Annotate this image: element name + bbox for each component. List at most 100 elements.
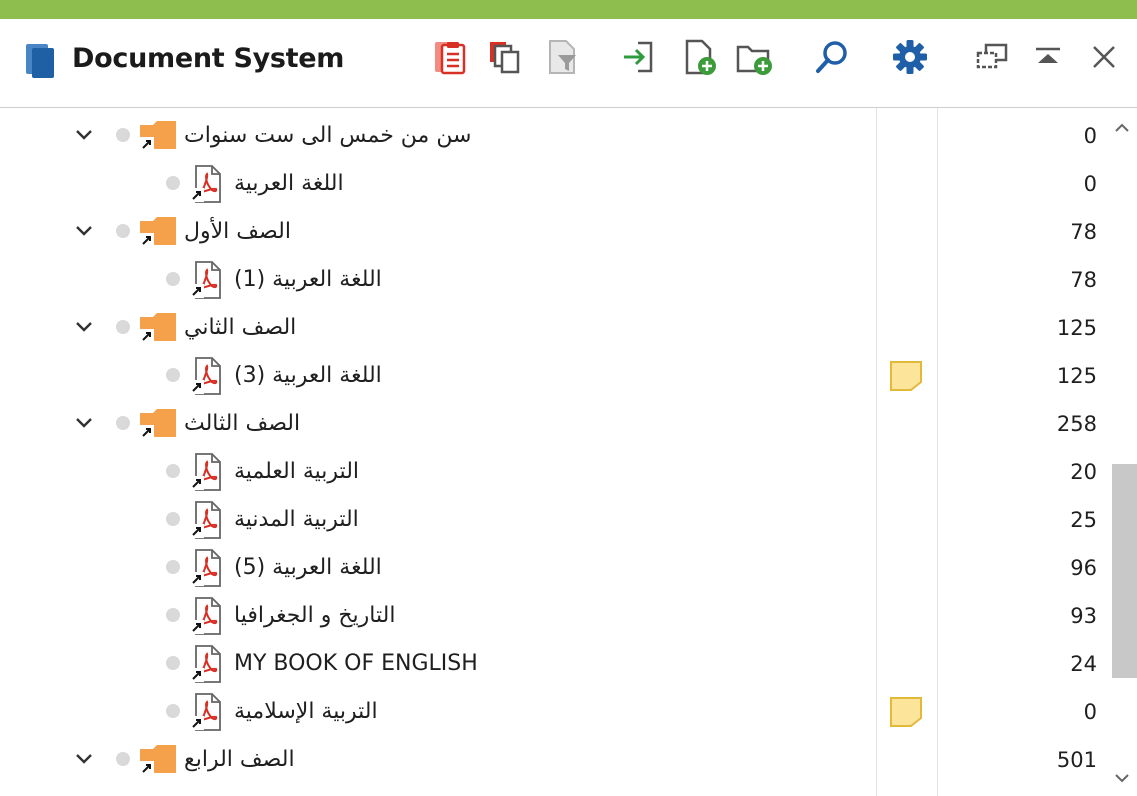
new-folder-button[interactable] <box>732 35 776 79</box>
tree-item-label[interactable]: التربية العلمية <box>234 458 359 486</box>
document-count: 0 <box>1083 700 1097 724</box>
status-dot-icon <box>166 560 180 574</box>
undock-window-button[interactable] <box>970 35 1014 79</box>
document-count: 0 <box>1083 172 1097 196</box>
tree-item-label[interactable]: اللغة العربية (5) <box>234 554 382 582</box>
tree-folder-row[interactable]: الصف الثاني 125 <box>0 304 1105 352</box>
tree-document-row[interactable]: اللغة العربية (1) 78 <box>0 256 1105 304</box>
document-count: 125 <box>1056 364 1097 388</box>
collapse-button[interactable] <box>1026 35 1070 79</box>
document-count: 24 <box>1070 652 1097 676</box>
vertical-scrollbar[interactable] <box>1107 108 1137 796</box>
status-dot-icon <box>116 752 130 766</box>
status-dot-icon <box>116 224 130 238</box>
tree-document-row[interactable]: التربية المدنية 25 <box>0 496 1105 544</box>
import-icon <box>624 41 653 73</box>
status-dot-icon <box>166 368 180 382</box>
document-count: 501 <box>1056 748 1097 772</box>
tree-item-label[interactable]: الصف الثالث <box>184 410 300 438</box>
pdf-document-link-icon <box>190 501 221 539</box>
tree-item-label[interactable]: اللغة العربية <box>234 170 344 198</box>
document-count: 96 <box>1070 556 1097 580</box>
status-dot-icon <box>116 128 130 142</box>
tree-item-label[interactable]: اللغة العربية (1) <box>234 266 382 294</box>
new-document-button[interactable] <box>678 35 722 79</box>
close-button[interactable] <box>1082 35 1126 79</box>
folder-link-icon <box>140 745 176 775</box>
clipboard-list-icon <box>435 42 466 75</box>
scroll-down-icon[interactable] <box>1112 768 1132 788</box>
document-count: 20 <box>1070 460 1097 484</box>
settings-icon <box>893 40 927 74</box>
app-title: Document System <box>72 43 345 74</box>
status-dot-icon <box>166 464 180 478</box>
status-dot-icon <box>166 272 180 286</box>
tree-document-row[interactable]: اللغة العربية 0 <box>0 160 1105 208</box>
import-button[interactable] <box>616 35 660 79</box>
tree-item-label[interactable]: اللغة العربية (3) <box>234 362 382 390</box>
tree-folder-row[interactable]: الصف الرابع 501 <box>0 736 1105 784</box>
expand-chevron-icon[interactable] <box>72 411 96 435</box>
scroll-up-icon[interactable] <box>1112 118 1132 138</box>
document-tree-panel: سن من خمس الى ست سنوات 0 اللغة العربية 0 الص… <box>0 108 1137 796</box>
window-header: Document System <box>0 19 1137 108</box>
collapse-icon <box>1036 47 1060 63</box>
tree-folder-row[interactable]: الصف الأول 78 <box>0 208 1105 256</box>
new-document-icon <box>685 39 716 75</box>
expand-chevron-icon[interactable] <box>72 747 96 771</box>
new-folder-icon <box>736 45 772 75</box>
tree-item-label[interactable]: الصف الرابع <box>184 746 295 774</box>
expand-chevron-icon[interactable] <box>72 315 96 339</box>
status-dot-icon <box>116 416 130 430</box>
folder-link-icon <box>140 217 176 247</box>
folder-link-icon <box>140 313 176 343</box>
filter-document-button[interactable] <box>540 35 584 79</box>
pdf-document-link-icon <box>190 357 221 395</box>
pdf-document-link-icon <box>190 549 221 587</box>
scrollbar-thumb[interactable] <box>1112 464 1137 678</box>
tree-item-label[interactable]: التربية الإسلامية <box>234 698 378 726</box>
expand-chevron-icon[interactable] <box>72 219 96 243</box>
tree-document-row[interactable]: اللغة العربية (5) 96 <box>0 544 1105 592</box>
memo-icon[interactable] <box>889 696 923 728</box>
document-count: 93 <box>1070 604 1097 628</box>
settings-button[interactable] <box>888 35 932 79</box>
tree-document-row[interactable]: MY BOOK OF ENGLISH 24 <box>0 640 1105 688</box>
tree-item-label[interactable]: الصف الثاني <box>184 314 296 342</box>
tree-item-label[interactable]: MY BOOK OF ENGLISH <box>234 650 478 678</box>
tree-item-label[interactable]: سن من خمس الى ست سنوات <box>184 122 472 150</box>
memo-icon[interactable] <box>889 360 923 392</box>
document-system-logo-icon <box>26 44 54 78</box>
document-count: 0 <box>1083 124 1097 148</box>
clipboard-list-button[interactable] <box>428 35 472 79</box>
copy-documents-icon <box>490 42 520 74</box>
status-dot-icon <box>166 608 180 622</box>
status-dot-icon <box>166 704 180 718</box>
close-icon <box>1093 46 1115 68</box>
document-count: 125 <box>1056 316 1097 340</box>
expand-chevron-icon[interactable] <box>72 123 96 147</box>
status-dot-icon <box>166 512 180 526</box>
tree-document-row[interactable]: اللغة العربية (3) 125 <box>0 352 1105 400</box>
search-button[interactable] <box>810 35 854 79</box>
document-count: 25 <box>1070 508 1097 532</box>
pdf-document-link-icon <box>190 165 221 203</box>
tree-document-row[interactable]: التاريخ و الجغرافيا 93 <box>0 592 1105 640</box>
folder-link-icon <box>140 409 176 439</box>
document-count: 78 <box>1070 220 1097 244</box>
copy-documents-button[interactable] <box>484 35 528 79</box>
document-count: 258 <box>1056 412 1097 436</box>
search-icon <box>816 41 847 73</box>
pdf-document-link-icon <box>190 261 221 299</box>
tree-folder-row[interactable]: الصف الثالث 258 <box>0 400 1105 448</box>
pdf-document-link-icon <box>190 597 221 635</box>
tree-folder-row[interactable]: سن من خمس الى ست سنوات 0 <box>0 112 1105 160</box>
tree-document-row[interactable]: التربية الإسلامية 0 <box>0 688 1105 736</box>
pdf-document-link-icon <box>190 693 221 731</box>
pdf-document-link-icon <box>190 453 221 491</box>
tree-item-label[interactable]: التربية المدنية <box>234 506 359 534</box>
folder-link-icon <box>140 121 176 151</box>
tree-document-row[interactable]: التربية العلمية 20 <box>0 448 1105 496</box>
tree-item-label[interactable]: الصف الأول <box>184 218 291 246</box>
tree-item-label[interactable]: التاريخ و الجغرافيا <box>234 602 395 630</box>
